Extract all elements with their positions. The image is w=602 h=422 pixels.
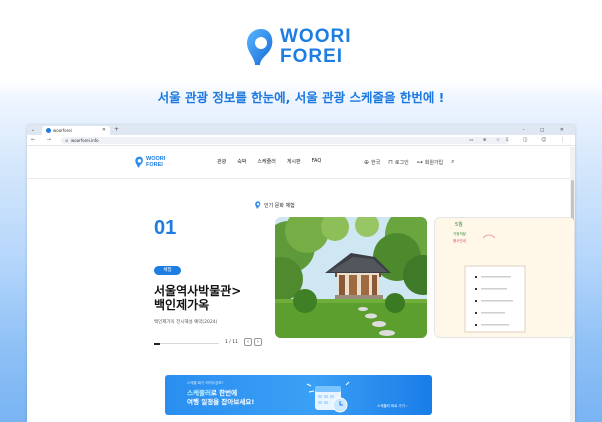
- slide-progress: [154, 342, 219, 345]
- site-logo-text: WOORI FOREI: [146, 156, 166, 168]
- next-slide-button[interactable]: ›: [254, 338, 262, 346]
- menu-item-stay[interactable]: 숙박: [237, 158, 246, 165]
- tab-bar: ⌄ woorforei ✕ + - ◻ ✕: [27, 125, 575, 135]
- signup-button[interactable]: ⊶ 회원가입: [417, 159, 443, 166]
- category-badge: 체험: [154, 266, 181, 275]
- logo-pin-icon: [135, 156, 143, 168]
- scheduler-link[interactable]: 스케줄러 바로 가기 ›: [377, 404, 408, 409]
- user-icon: ⊶: [416, 158, 423, 166]
- site-header: WOORI FOREI 관광 숙박 스케줄러 게시판 FAQ ⊕ 한국 ⊓ 로그인 …: [27, 146, 575, 179]
- menu-item-scheduler[interactable]: 스케줄러: [257, 158, 275, 165]
- event-poster: 5월 가정의달 행사안내: [435, 218, 574, 337]
- toolbar-icons[interactable]: ⇩ ◫ ☺ ⋮: [505, 135, 571, 146]
- next-slide-card[interactable]: 5월 가정의달 행사안내: [434, 217, 575, 338]
- site-logo[interactable]: WOORI FOREI: [135, 156, 175, 170]
- hero-logo: WOORI FOREI: [246, 27, 358, 69]
- browser-tab[interactable]: woorforei ✕: [42, 126, 110, 135]
- slide-image[interactable]: [275, 217, 427, 338]
- close-tab-icon[interactable]: ✕: [102, 126, 106, 135]
- poster-tag: 5월: [455, 221, 463, 228]
- poster-line2: 행사안내: [453, 238, 466, 243]
- site-info-icon[interactable]: ⊜: [65, 137, 68, 144]
- slide-counter: 1 / 11: [225, 340, 238, 345]
- address-bar[interactable]: ⊜ woorforei.info ▭ ⊕ ☆: [61, 137, 509, 144]
- language-button[interactable]: ⊕ 한국: [364, 159, 380, 166]
- tab-search-icon[interactable]: ⌄: [31, 126, 35, 135]
- section-title: 인기 문화 체험: [255, 201, 295, 209]
- hero-tagline: 서울 관광 정보를 한눈에, 서울 관광 스케줄을 한번에 !: [157, 90, 445, 105]
- browser-toolbar: ← → ↻ ⊜ woorforei.info ▭ ⊕ ☆ ⇩ ◫ ☺ ⋮: [27, 135, 575, 146]
- menu-item-board[interactable]: 게시판: [287, 158, 301, 165]
- hero-logo-text: WOORI FOREI: [280, 26, 352, 67]
- hanok-photo: [275, 217, 427, 338]
- slide-title[interactable]: 서울역사박물관> 백인제가옥: [154, 284, 241, 312]
- new-tab-icon[interactable]: +: [114, 125, 119, 135]
- slide-number: 01: [154, 217, 177, 239]
- utility-menu: ⊕ 한국 ⊓ 로그인 ⊶ 회원가입 ⌕: [364, 158, 457, 166]
- main-menu: 관광 숙박 스케줄러 게시판 FAQ: [217, 158, 321, 165]
- prev-slide-button[interactable]: ‹: [244, 338, 252, 346]
- menu-item-faq[interactable]: FAQ: [312, 158, 322, 165]
- favicon-icon: [46, 128, 51, 133]
- pin-icon: [255, 201, 261, 209]
- banner-caption: 스케줄 짜기 어려우셨죠?: [187, 381, 224, 385]
- banner-headline: 스케줄러로 한번에 여행 일정을 잡아보세요!: [187, 389, 255, 406]
- calendar-illustration: [306, 381, 350, 413]
- scheduler-banner[interactable]: 스케줄 짜기 어려우셨죠? 스케줄러로 한번에 여행 일정을 잡아보세요! 스케…: [165, 375, 432, 415]
- search-icon[interactable]: ⌕: [451, 158, 454, 166]
- poster-line1: 가정의달: [453, 231, 467, 236]
- login-button[interactable]: ⊓ 로그인: [388, 159, 409, 166]
- browser-window: ⌄ woorforei ✕ + - ◻ ✕ ← → ↻ ⊜ woorforei.…: [27, 125, 575, 422]
- logo-pin-icon: [247, 29, 273, 65]
- lock-icon: ⊓: [388, 158, 393, 166]
- slide-subtitle: 백인제가옥 전시해설 예약(2024): [154, 320, 218, 325]
- slide-progress-fill: [154, 342, 160, 345]
- window-controls[interactable]: - ◻ ✕: [523, 125, 571, 135]
- globe-icon: ⊕: [364, 158, 370, 166]
- menu-item-tour[interactable]: 관광: [217, 158, 226, 165]
- omnibox-icons[interactable]: ▭ ⊕ ☆: [469, 137, 504, 144]
